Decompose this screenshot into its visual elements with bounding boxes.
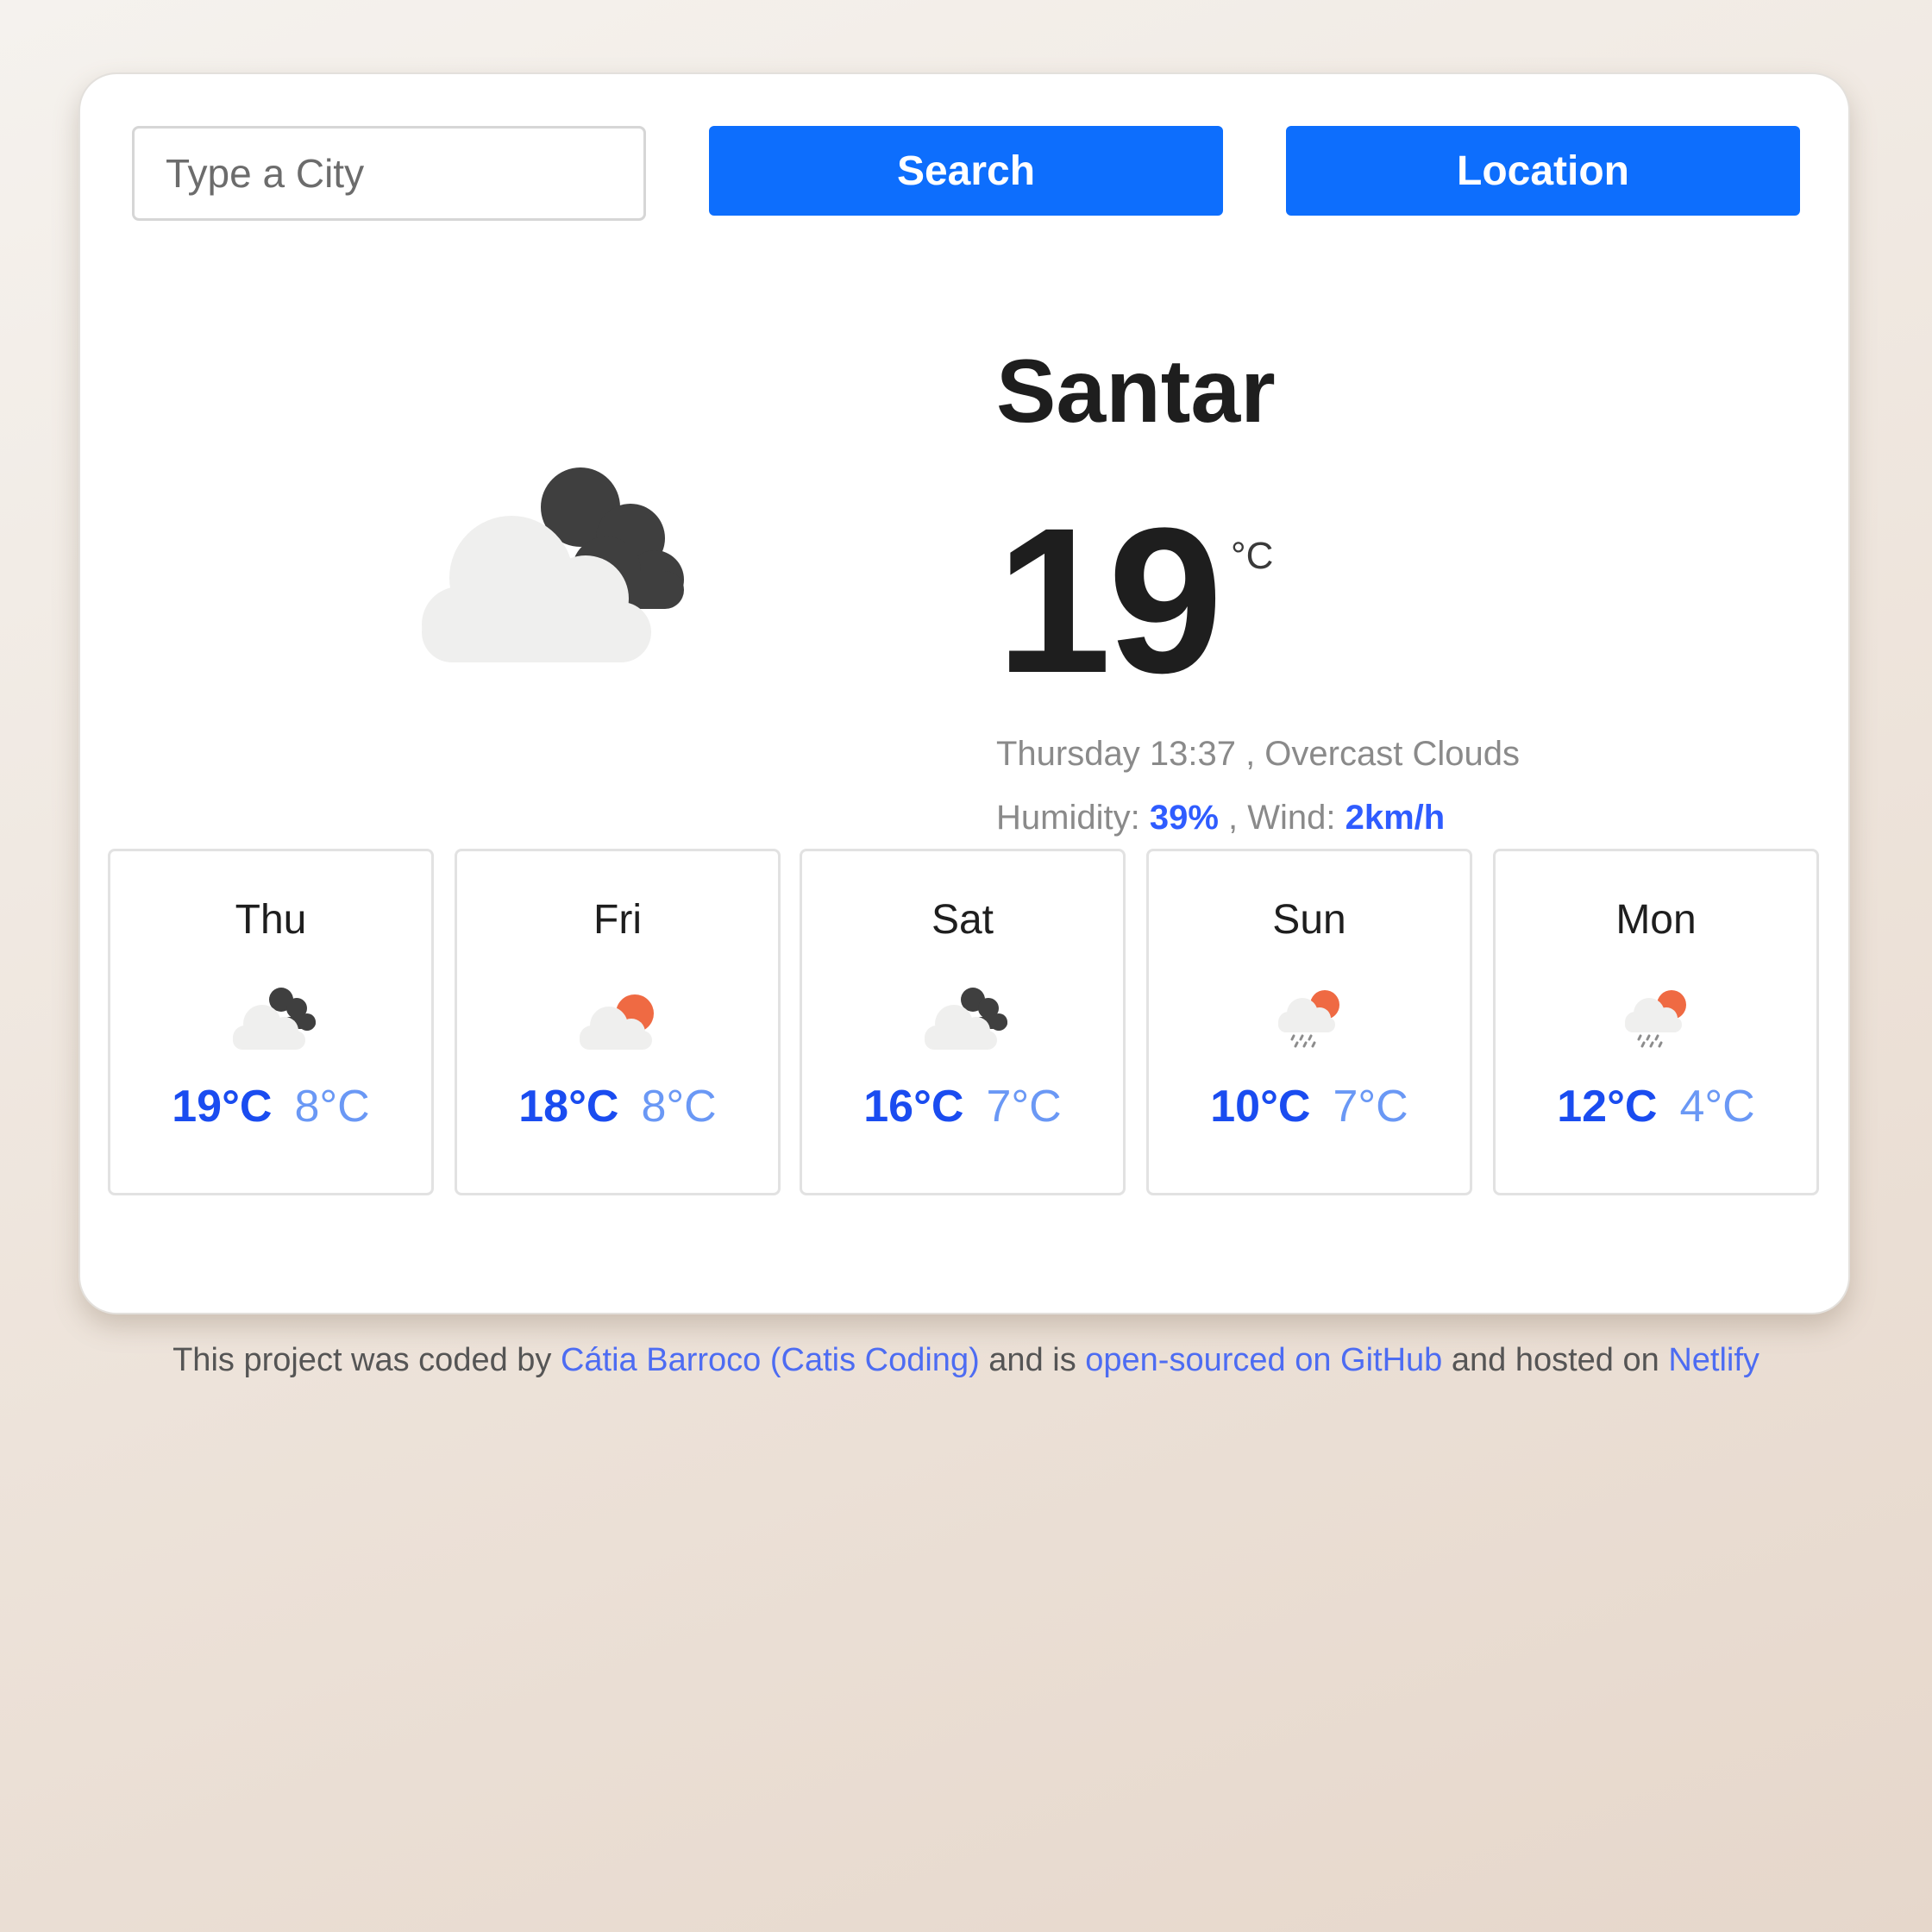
footer-prefix: This project was coded by bbox=[172, 1342, 552, 1378]
temperature-unit[interactable]: °C bbox=[1231, 535, 1273, 578]
humidity-wind: Humidity: 39% , Wind: 2km/h bbox=[996, 799, 1446, 837]
forecast-max: 18°C bbox=[518, 1082, 619, 1132]
forecast-temps: 10°C 7°C bbox=[1149, 1081, 1470, 1132]
wind-value: 2km/h bbox=[1345, 799, 1446, 837]
partly-cloudy-icon bbox=[580, 994, 654, 1050]
forecast-min: 8°C bbox=[294, 1082, 370, 1132]
forecast-temps: 18°C 8°C bbox=[457, 1081, 778, 1132]
forecast-day-name: Fri bbox=[593, 897, 642, 943]
humidity-label: Humidity: bbox=[996, 799, 1140, 837]
city-search-input[interactable] bbox=[132, 126, 646, 221]
footer: This project was coded by Cátia Barroco … bbox=[0, 1342, 1932, 1379]
forecast-min: 4°C bbox=[1679, 1082, 1755, 1132]
forecast-day: Mon 12°C 4°C bbox=[1493, 849, 1819, 1195]
forecast-max: 12°C bbox=[1557, 1082, 1658, 1132]
forecast-day-name: Mon bbox=[1615, 897, 1697, 943]
forecast-max: 19°C bbox=[172, 1082, 273, 1132]
forecast-row: Thu 19°C 8°C Fri 18°C 8°C Sat 16°C 7°C S… bbox=[108, 849, 1821, 1197]
overcast-clouds-icon bbox=[422, 467, 684, 662]
overcast-clouds-icon bbox=[233, 988, 316, 1050]
temperature-value: 19 bbox=[996, 485, 1223, 716]
day-time: Thursday 13:37 bbox=[996, 735, 1236, 773]
weather-card: Search Location Santar 19 °C Thursday 13… bbox=[78, 72, 1850, 1314]
forecast-day: Fri 18°C 8°C bbox=[455, 849, 781, 1195]
forecast-temps: 19°C 8°C bbox=[110, 1081, 431, 1132]
rain-sun-icon bbox=[1625, 990, 1686, 1048]
forecast-day: Sun 10°C 7°C bbox=[1146, 849, 1472, 1195]
forecast-min: 7°C bbox=[1333, 1082, 1408, 1132]
forecast-min: 8°C bbox=[641, 1082, 717, 1132]
current-temperature: 19 °C bbox=[996, 497, 1273, 704]
forecast-day-name: Sat bbox=[931, 897, 994, 943]
netlify-link[interactable]: Netlify bbox=[1668, 1342, 1760, 1378]
location-button[interactable]: Location bbox=[1286, 126, 1800, 216]
rain-sun-icon bbox=[1278, 990, 1339, 1048]
date-description: Thursday 13:37 , Overcast Clouds bbox=[996, 735, 1520, 773]
author-link[interactable]: Cátia Barroco (Catis Coding) bbox=[561, 1342, 980, 1378]
forecast-temps: 12°C 4°C bbox=[1496, 1081, 1816, 1132]
forecast-temps: 16°C 7°C bbox=[802, 1081, 1123, 1132]
humidity-value: 39% bbox=[1149, 799, 1219, 837]
github-link[interactable]: open-sourced on GitHub bbox=[1085, 1342, 1442, 1378]
forecast-day: Sat 16°C 7°C bbox=[800, 849, 1126, 1195]
forecast-day: Thu 19°C 8°C bbox=[108, 849, 434, 1195]
weather-description: Overcast Clouds bbox=[1264, 735, 1520, 773]
search-button[interactable]: Search bbox=[709, 126, 1223, 216]
forecast-day-name: Sun bbox=[1272, 897, 1346, 943]
wind-label: Wind: bbox=[1247, 799, 1336, 837]
forecast-max: 10°C bbox=[1210, 1082, 1311, 1132]
overcast-clouds-icon bbox=[925, 988, 1007, 1050]
footer-middle: and is bbox=[988, 1342, 1076, 1378]
city-name: Santar bbox=[996, 342, 1276, 442]
forecast-day-name: Thu bbox=[235, 897, 307, 943]
footer-middle-2: and hosted on bbox=[1451, 1342, 1659, 1378]
forecast-max: 16°C bbox=[863, 1082, 964, 1132]
forecast-min: 7°C bbox=[986, 1082, 1062, 1132]
